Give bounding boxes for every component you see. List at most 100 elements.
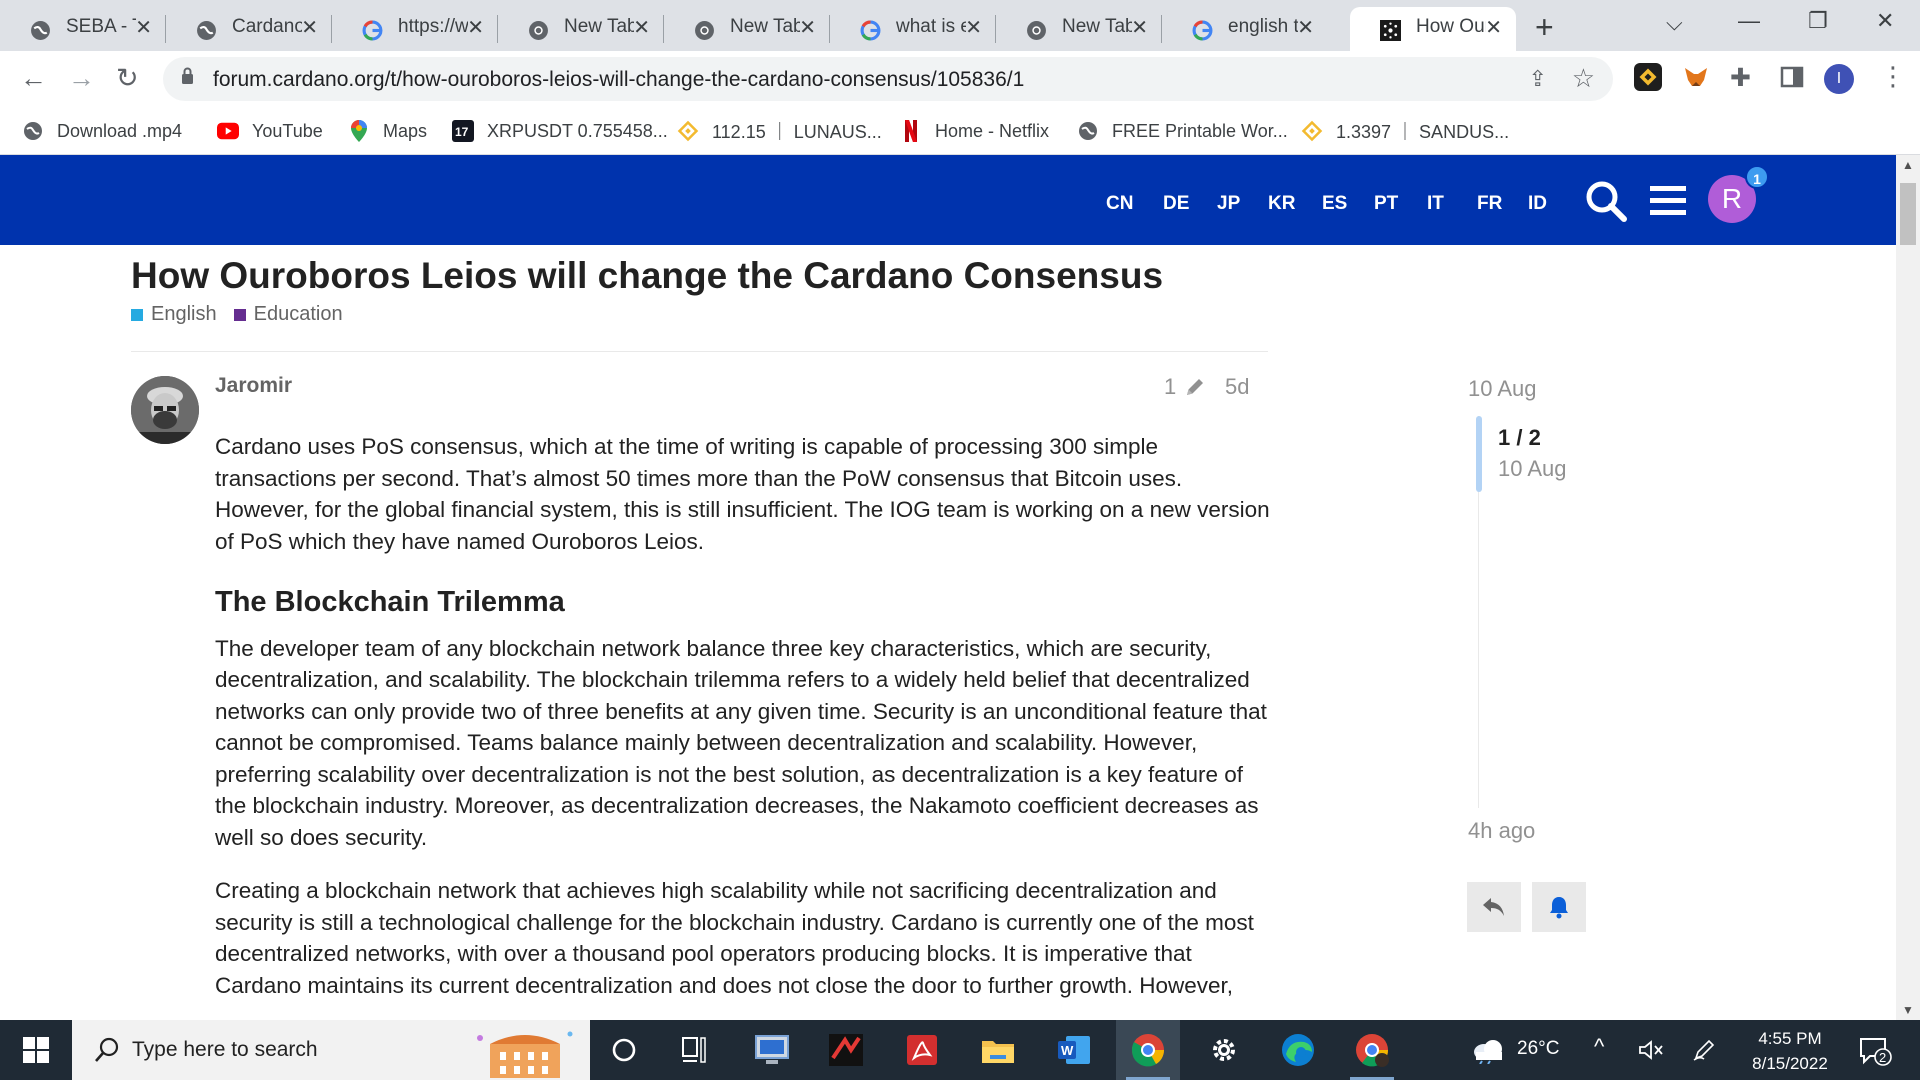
timeline-start-date[interactable]: 10 Aug	[1468, 376, 1537, 402]
lang-link-de[interactable]: DE	[1163, 193, 1189, 215]
side-panel-icon[interactable]	[1778, 63, 1806, 91]
bookmark-star-icon[interactable]: ☆	[1572, 63, 1595, 94]
extensions-puzzle-icon[interactable]: ✚	[1730, 63, 1758, 92]
weather-temperature[interactable]: 26°C	[1517, 1038, 1559, 1060]
reload-button[interactable]: ↻	[116, 63, 139, 94]
lang-link-id[interactable]: ID	[1528, 193, 1547, 215]
youtube-icon	[217, 120, 239, 142]
binance-extension-icon[interactable]	[1634, 63, 1662, 91]
lang-link-kr[interactable]: KR	[1268, 193, 1295, 215]
taskbar-app-control-panel[interactable]	[740, 1020, 804, 1080]
profile-avatar[interactable]: I	[1824, 64, 1854, 94]
bell-icon	[1550, 897, 1568, 919]
pen-ink-icon[interactable]	[1692, 1038, 1716, 1062]
close-icon[interactable]: ✕	[301, 15, 318, 40]
scroll-up-arrow-icon[interactable]: ▲	[1902, 158, 1914, 172]
close-icon[interactable]: ✕	[1131, 15, 1148, 40]
close-window-button[interactable]: ✕	[1876, 8, 1894, 34]
minimize-button[interactable]: —	[1738, 8, 1760, 34]
notification-badge[interactable]: 1	[1745, 165, 1769, 189]
bookmark-item[interactable]: 17 XRPUSDT 0.755458...	[452, 116, 668, 146]
start-button[interactable]	[0, 1020, 72, 1080]
browser-tab[interactable]: New Tab ✕	[498, 7, 664, 51]
taskbar-app-chrome[interactable]	[1116, 1020, 1180, 1080]
page-scrollbar[interactable]: ▲ ▼	[1896, 155, 1920, 1020]
cortana-button[interactable]	[592, 1020, 656, 1080]
taskbar-app-settings[interactable]	[1192, 1020, 1256, 1080]
taskbar-app-ninjatrader[interactable]	[814, 1020, 878, 1080]
post-edit-history[interactable]: 1	[1164, 374, 1206, 400]
new-tab-button[interactable]: +	[1535, 9, 1554, 46]
svg-text:17: 17	[455, 125, 469, 139]
browser-tab[interactable]: Cardano ✕	[166, 7, 332, 51]
taskbar-app-file-explorer[interactable]	[966, 1020, 1030, 1080]
more-menu-icon[interactable]: ⋮	[1880, 61, 1906, 92]
notification-level-button[interactable]	[1532, 882, 1586, 932]
action-center-icon[interactable]	[1858, 1036, 1892, 1066]
taskbar-app-acrobat[interactable]	[890, 1020, 954, 1080]
timeline-scroll-handle[interactable]	[1476, 416, 1482, 492]
reply-button[interactable]	[1467, 882, 1521, 932]
back-button[interactable]: ←	[20, 63, 47, 94]
taskbar-clock[interactable]: 4:55 PM 8/15/2022	[1740, 1026, 1840, 1076]
browser-tab[interactable]: https://w ✕	[332, 7, 498, 51]
timeline-last-activity[interactable]: 4h ago	[1468, 818, 1535, 844]
lang-link-pt[interactable]: PT	[1374, 193, 1398, 215]
forward-button[interactable]: →	[68, 63, 95, 94]
taskbar-app-word[interactable]: W	[1042, 1020, 1106, 1080]
post-author-avatar[interactable]	[131, 376, 199, 444]
post-username[interactable]: Jaromir	[215, 374, 292, 398]
pencil-icon	[1187, 379, 1204, 395]
close-icon[interactable]: ✕	[633, 15, 650, 40]
chevron-up-icon[interactable]: ^	[1594, 1034, 1604, 1060]
close-icon[interactable]: ✕	[965, 15, 982, 40]
close-icon[interactable]: ✕	[799, 15, 816, 40]
close-icon[interactable]: ✕	[135, 15, 152, 40]
browser-tab[interactable]: english t ✕	[1162, 7, 1328, 51]
browser-tab[interactable]: SEBA - Th ✕	[0, 7, 166, 51]
taskbar-search-box[interactable]: Type here to search	[72, 1020, 590, 1080]
restore-button[interactable]: ❐	[1808, 8, 1828, 34]
bookmark-item[interactable]: Home - Netflix	[900, 116, 1049, 146]
lang-link-cn[interactable]: CN	[1106, 193, 1133, 215]
metamask-icon[interactable]	[1682, 63, 1710, 91]
bookmark-item[interactable]: 1.3397 ｜ SANDUS...	[1301, 116, 1509, 146]
windows-logo-icon	[23, 1037, 49, 1063]
task-view-button[interactable]	[664, 1020, 728, 1080]
bookmark-item[interactable]: YouTube	[217, 116, 323, 146]
taskbar-app-edge[interactable]	[1266, 1020, 1330, 1080]
share-icon[interactable]: ⇪	[1529, 66, 1547, 92]
weather-cloud-icon[interactable]	[1470, 1036, 1506, 1064]
hamburger-menu-icon[interactable]	[1650, 184, 1686, 216]
address-bar[interactable]: forum.cardano.org/t/how-ouroboros-leios-…	[163, 57, 1613, 101]
close-icon[interactable]: ✕	[1485, 15, 1502, 40]
category-badge-english[interactable]: English	[131, 303, 217, 326]
globe-icon	[22, 120, 44, 142]
category-badge-education[interactable]: Education	[233, 303, 343, 326]
bookmark-item[interactable]: Maps	[348, 116, 427, 146]
scroll-down-arrow-icon[interactable]: ▼	[1902, 1003, 1914, 1017]
scroll-thumb[interactable]	[1900, 183, 1916, 245]
volume-muted-icon[interactable]	[1638, 1039, 1664, 1061]
lang-link-fr[interactable]: FR	[1477, 193, 1502, 215]
browser-tab[interactable]: New Tab ✕	[996, 7, 1162, 51]
ninjatrader-app-icon	[829, 1034, 863, 1066]
close-icon[interactable]: ✕	[1297, 15, 1314, 40]
topic-title[interactable]: How Ouroboros Leios will change the Card…	[131, 255, 1163, 297]
lang-link-es[interactable]: ES	[1322, 193, 1347, 215]
taskbar-app-chrome-profile[interactable]	[1340, 1020, 1404, 1080]
lang-link-it[interactable]: IT	[1427, 193, 1444, 215]
category-color-swatch	[233, 308, 246, 321]
url-text[interactable]: forum.cardano.org/t/how-ouroboros-leios-…	[213, 68, 1024, 92]
post-date[interactable]: 5d	[1225, 374, 1249, 400]
bookmark-item[interactable]: FREE Printable Wor...	[1077, 116, 1288, 146]
browser-tab[interactable]: what is e ✕	[830, 7, 996, 51]
bookmark-item[interactable]: Download .mp4	[22, 116, 182, 146]
browser-tab[interactable]: New Tab ✕	[664, 7, 830, 51]
chevron-down-icon[interactable]: ⌵	[1666, 10, 1683, 36]
bookmark-item[interactable]: 112.15 ｜ LUNAUS...	[677, 116, 882, 146]
lang-link-jp[interactable]: JP	[1217, 193, 1240, 215]
search-icon[interactable]	[1584, 179, 1628, 223]
browser-tab-active[interactable]: How Our ✕	[1350, 7, 1516, 51]
close-icon[interactable]: ✕	[467, 15, 484, 40]
